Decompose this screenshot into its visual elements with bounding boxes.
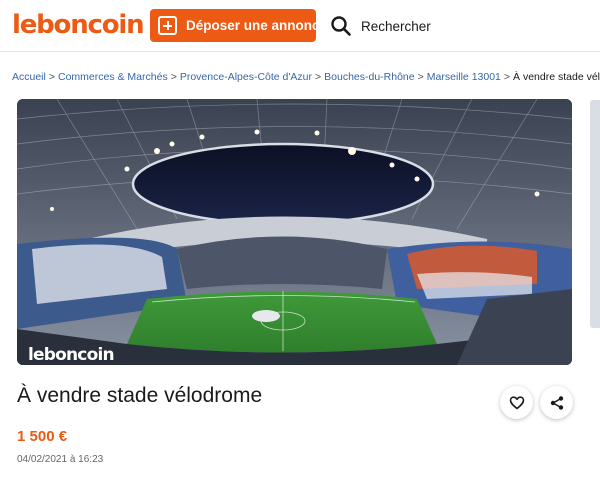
next-photo-thumbnail[interactable] (590, 100, 600, 328)
ad-price: 1 500 € (17, 428, 68, 445)
breadcrumb-separator: > (170, 71, 177, 83)
plus-square-icon (158, 16, 177, 35)
site-header: leboncoin Déposer une annonce Rechercher (0, 0, 600, 52)
search-icon (331, 16, 351, 36)
ad-photo[interactable] (17, 99, 572, 365)
breadcrumb-item[interactable]: Accueil (12, 71, 46, 83)
share-icon (550, 395, 563, 410)
photo-watermark: leboncoin (28, 345, 115, 365)
breadcrumb-item[interactable]: Provence-Alpes-Côte d'Azur (180, 71, 312, 83)
post-ad-button[interactable]: Déposer une annonce (150, 9, 327, 42)
stadium-image (17, 99, 572, 365)
ad-title: À vendre stade vélodrome (17, 384, 263, 407)
breadcrumb-item[interactable]: Commerces & Marchés (58, 71, 168, 83)
breadcrumb-separator: > (417, 71, 424, 83)
search-button[interactable]: Rechercher (330, 12, 431, 40)
breadcrumb-item[interactable]: Marseille 13001 (427, 71, 501, 83)
heart-icon (509, 395, 524, 409)
breadcrumb-item[interactable]: Bouches-du-Rhône (324, 71, 414, 83)
share-button[interactable] (540, 386, 573, 419)
breadcrumb-separator: > (503, 71, 511, 83)
search-label: Rechercher (361, 18, 431, 34)
breadcrumb-separator: > (315, 71, 322, 83)
leboncoin-logo[interactable]: leboncoin (12, 9, 145, 41)
breadcrumb: Accueil > Commerces & Marchés > Provence-Alp… (12, 71, 600, 83)
breadcrumb-separator: > (48, 71, 55, 83)
favorite-button[interactable] (500, 386, 533, 419)
breadcrumb-current: À vendre stade vélodrome (513, 71, 600, 83)
ad-date: 04/02/2021 à 16:23 (17, 454, 104, 465)
post-ad-label: Déposer une annonce (186, 18, 328, 33)
